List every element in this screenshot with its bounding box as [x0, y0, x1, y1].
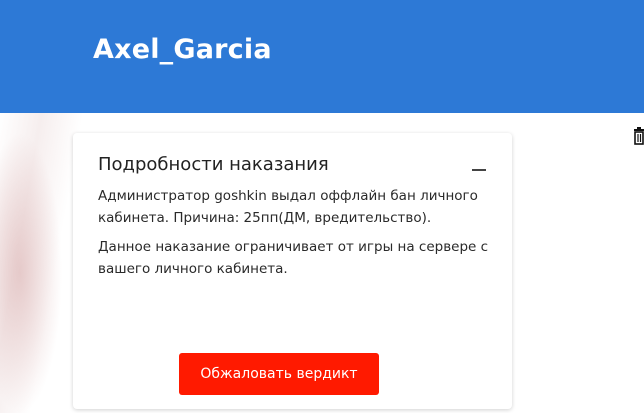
card-title: Подробности наказания: [98, 154, 329, 175]
ban-effect-text: Данное наказание ограничивает от игры на…: [98, 239, 489, 277]
username-title: Axel_Garcia: [93, 34, 272, 65]
trash-icon[interactable]: [633, 126, 644, 146]
appeal-verdict-button[interactable]: Обжаловать вердикт: [179, 353, 379, 395]
profile-header: Axel_Garcia: [0, 0, 644, 113]
card-body: Администратор goshkin выдал оффлайн бан …: [98, 185, 498, 287]
ban-reason-text: Администратор goshkin выдал оффлайн бан …: [98, 188, 478, 226]
minus-icon[interactable]: [472, 156, 488, 172]
punishment-details-card: Подробности наказания Администратор gosh…: [73, 133, 512, 409]
